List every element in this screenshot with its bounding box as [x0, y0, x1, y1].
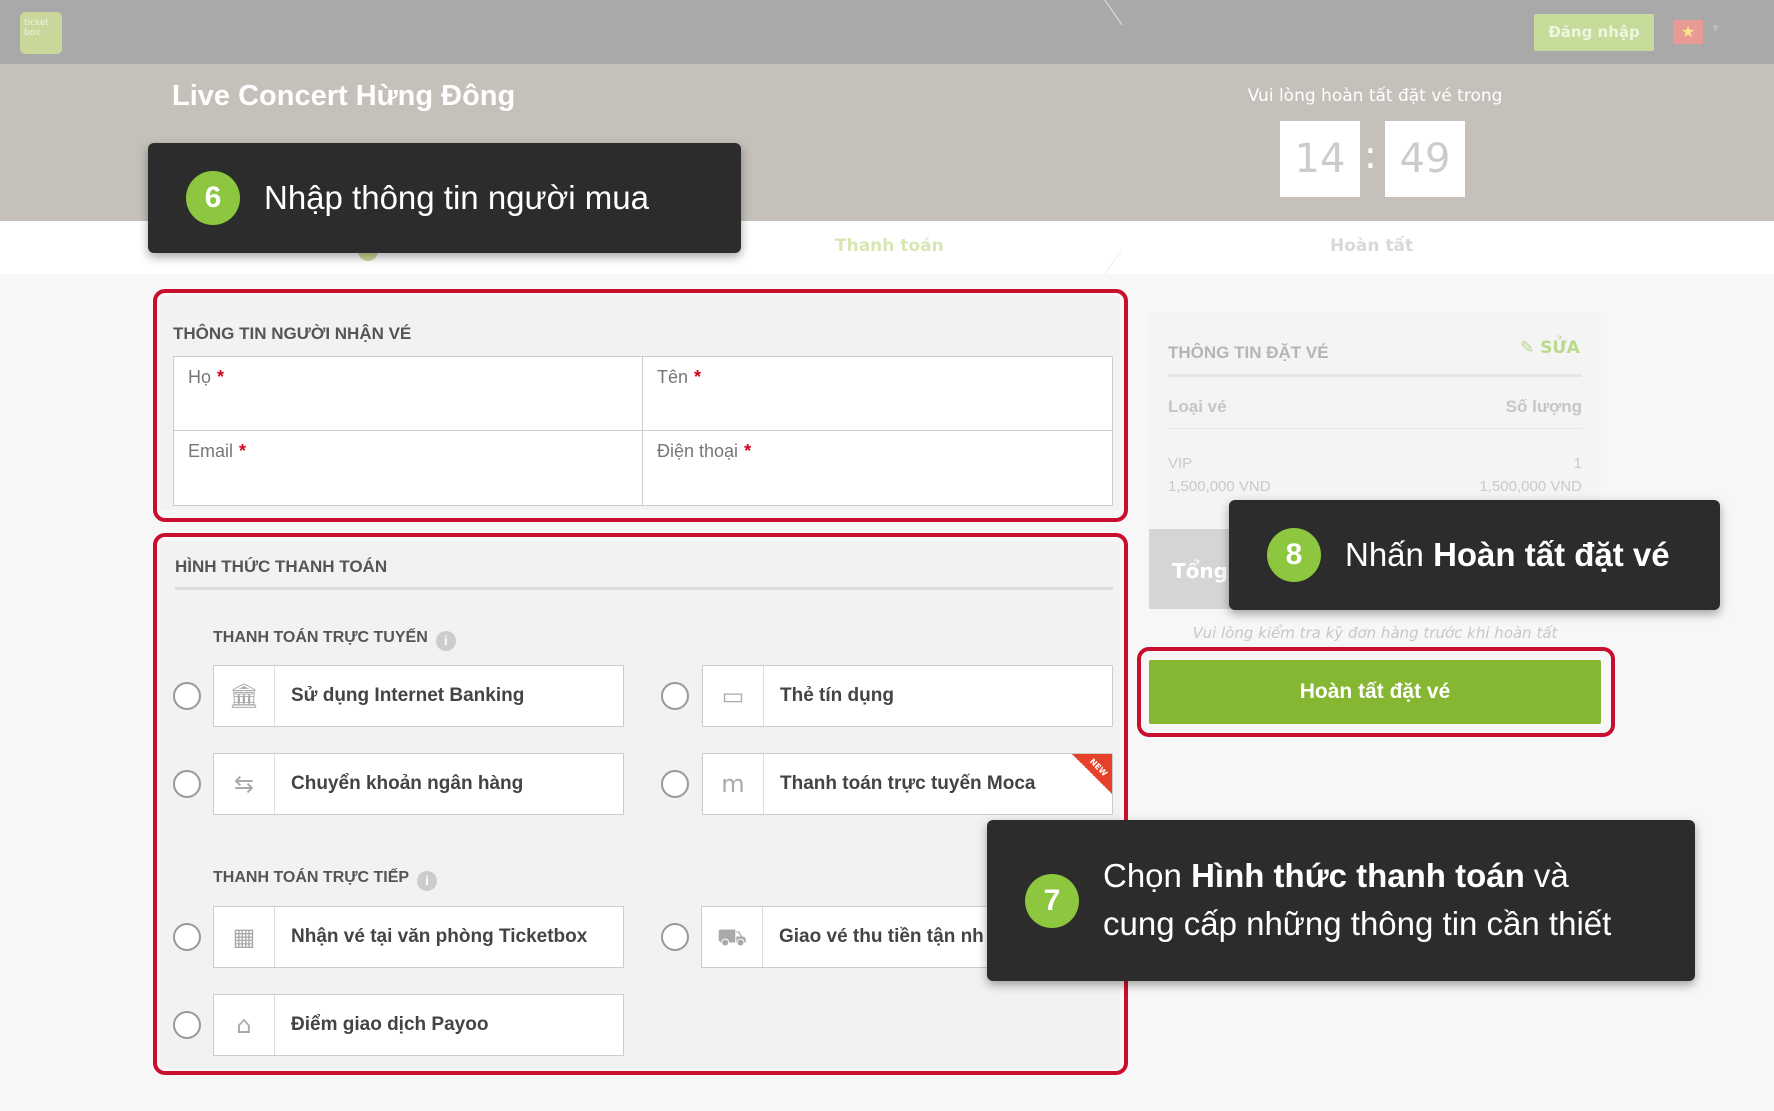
top-navbar: [0, 0, 1774, 64]
step-number-badge: 6: [186, 171, 240, 225]
timer-label: Vui lòng hoàn tất đặt vé trong: [1247, 86, 1503, 106]
callout-text: Chọn Hình thức thanh toán và cung cấp nh…: [1103, 857, 1612, 942]
divider: [1168, 428, 1582, 429]
check-order-note: Vui lòng kiểm tra kỹ đơn hàng trước khi …: [1192, 624, 1558, 642]
ticketbox-logo[interactable]: ticket box: [20, 12, 62, 54]
highlight-receiver: [153, 289, 1128, 522]
ticket-subtotal: 1,500,000 VND: [1479, 478, 1582, 495]
step-payment: Thanh toán: [835, 236, 944, 256]
chevron-down-icon[interactable]: ▼: [1712, 24, 1724, 36]
ticket-type-header: Loại vé: [1168, 397, 1227, 416]
ticket-quantity: 1: [1573, 455, 1582, 472]
edit-link[interactable]: ✎ SỬA: [1520, 338, 1580, 358]
callout-step-8: 8 Nhấn Hoàn tất đặt vé: [1229, 500, 1720, 610]
callout-step-7: 7 Chọn Hình thức thanh toán và cung cấp …: [987, 820, 1695, 981]
vietnam-flag-icon[interactable]: ★: [1673, 20, 1703, 44]
highlight-payment: [153, 533, 1128, 1075]
timer-minutes: 14: [1280, 121, 1360, 197]
callout-step-6: 6 Nhập thông tin người mua: [148, 143, 741, 253]
callout-text: Nhập thông tin người mua: [264, 179, 649, 216]
login-button[interactable]: Đăng nhập: [1534, 14, 1654, 51]
step-complete: Hoàn tất: [1330, 236, 1414, 256]
timer-seconds: 49: [1385, 121, 1465, 197]
step-number-badge: 8: [1267, 528, 1321, 582]
divider: [1168, 374, 1582, 377]
event-title: Live Concert Hừng Đông: [172, 80, 516, 112]
callout-text: Nhấn Hoàn tất đặt vé: [1345, 536, 1670, 573]
timer-separator: :: [1364, 133, 1377, 177]
summary-title: THÔNG TIN ĐẶT VÉ: [1168, 343, 1329, 362]
ticket-price: 1,500,000 VND: [1168, 478, 1271, 495]
step-number-badge: 7: [1025, 874, 1079, 928]
highlight-complete-button: [1137, 647, 1615, 737]
ticket-name: VIP: [1168, 455, 1193, 472]
quantity-header: Số lượng: [1505, 397, 1582, 416]
